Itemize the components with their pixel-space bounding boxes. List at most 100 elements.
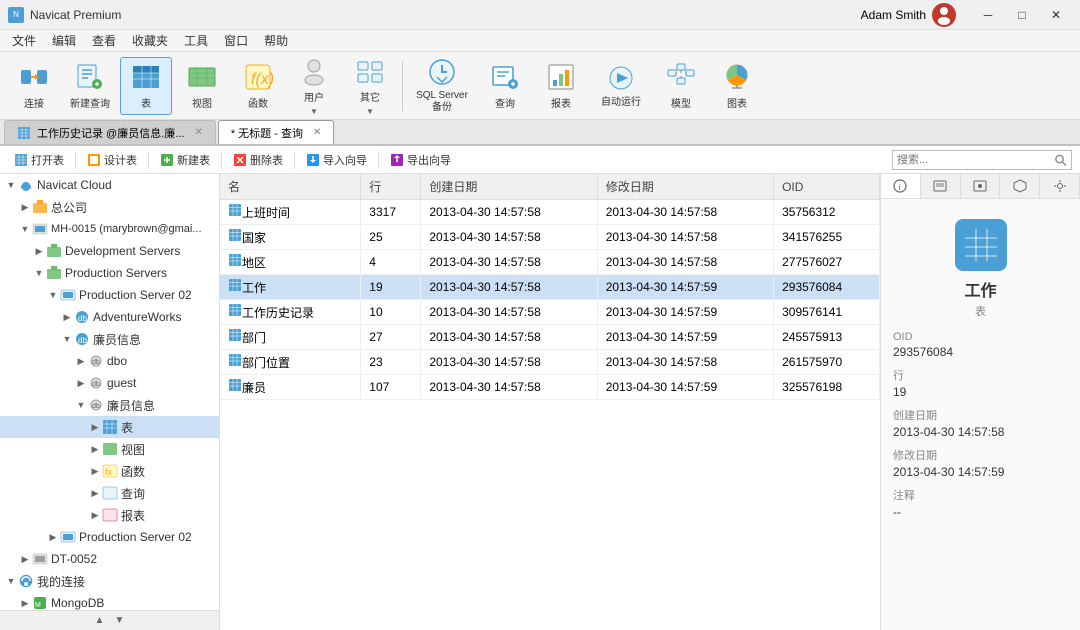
table-row[interactable]: 部门272013-04-30 14:57:582013-04-30 14:57:…	[220, 325, 880, 350]
sidebar-item-functions[interactable]: ▶ fx 函数	[0, 460, 219, 482]
new-table-button[interactable]: 新建表	[154, 150, 216, 170]
dev-servers-arrow[interactable]: ▶	[32, 244, 46, 258]
toolbar-other[interactable]: 其它 ▼	[344, 57, 396, 115]
sidebar-item-dbo[interactable]: ▶ db dbo	[0, 350, 219, 372]
minimize-button[interactable]: ─	[972, 5, 1004, 25]
col-name[interactable]: 名	[220, 174, 361, 200]
sidebar-item-company[interactable]: ▶ 总公司	[0, 196, 219, 218]
menu-window[interactable]: 窗口	[216, 30, 256, 51]
members-info-label: 廉员信息	[93, 331, 141, 348]
functions-arrow[interactable]: ▶	[88, 464, 102, 478]
toolbar-report[interactable]: 报表	[535, 57, 587, 115]
my-connections-arrow[interactable]: ▼	[4, 574, 18, 588]
prod-server-02-2-arrow[interactable]: ▶	[46, 530, 60, 544]
members-schema-arrow[interactable]: ▼	[74, 398, 88, 412]
open-table-button[interactable]: 打开表	[8, 150, 70, 170]
prod-server-02-arrow[interactable]: ▼	[46, 288, 60, 302]
navicat-cloud-arrow[interactable]: ▼	[4, 178, 18, 192]
menu-edit[interactable]: 编辑	[44, 30, 84, 51]
toolbar-chart[interactable]: 图表	[711, 57, 763, 115]
queries-arrow[interactable]: ▶	[88, 486, 102, 500]
guest-arrow[interactable]: ▶	[74, 376, 88, 390]
sidebar-item-tables[interactable]: ▶ 表	[0, 416, 219, 438]
sidebar-item-mongodb[interactable]: ▶ M MongoDB	[0, 592, 219, 610]
sidebar-item-views[interactable]: ▶ 视图	[0, 438, 219, 460]
sidebar-item-prod-servers[interactable]: ▼ Production Servers	[0, 262, 219, 284]
reports-arrow[interactable]: ▶	[88, 508, 102, 522]
toolbar-model[interactable]: 模型	[655, 57, 707, 115]
sidebar-item-adventure-works[interactable]: ▶ db AdventureWorks	[0, 306, 219, 328]
sidebar-item-my-connections[interactable]: ▼ 我的连接	[0, 570, 219, 592]
new-query-label: 新建查询	[70, 95, 110, 110]
table-row[interactable]: 工作192013-04-30 14:57:582013-04-30 14:57:…	[220, 275, 880, 300]
sidebar-item-dt0052[interactable]: ▶ DT-0052	[0, 548, 219, 570]
sidebar-item-reports[interactable]: ▶ 报表	[0, 504, 219, 526]
menu-tools[interactable]: 工具	[176, 30, 216, 51]
toolbar-connect[interactable]: 连接	[8, 57, 60, 115]
sidebar-item-navicat-cloud[interactable]: ▼ Navicat Cloud	[0, 174, 219, 196]
table-row[interactable]: 工作历史记录102013-04-30 14:57:582013-04-30 14…	[220, 300, 880, 325]
export-button[interactable]: 导出向导	[384, 150, 457, 170]
toolbar-query[interactable]: 查询	[479, 57, 531, 115]
table-row[interactable]: 地区42013-04-30 14:57:582013-04-30 14:57:5…	[220, 250, 880, 275]
sidebar-item-guest[interactable]: ▶ db guest	[0, 372, 219, 394]
tab-query-close[interactable]: ✕	[313, 127, 321, 138]
col-oid[interactable]: OID	[774, 174, 880, 200]
search-box[interactable]	[892, 150, 1072, 170]
table-row[interactable]: 部门位置232013-04-30 14:57:582013-04-30 14:5…	[220, 350, 880, 375]
toolbar-autorun[interactable]: 自动运行	[591, 57, 651, 115]
hex-tab[interactable]	[1000, 174, 1040, 198]
menu-favorites[interactable]: 收藏夹	[124, 30, 176, 51]
menu-file[interactable]: 文件	[4, 30, 44, 51]
col-created[interactable]: 创建日期	[421, 174, 597, 200]
toolbar-function[interactable]: f(x) 函数	[232, 57, 284, 115]
maximize-button[interactable]: □	[1006, 5, 1038, 25]
tab-history-close[interactable]: ✕	[194, 127, 202, 138]
toolbar-view[interactable]: 视图	[176, 57, 228, 115]
preview-tab[interactable]	[961, 174, 1001, 198]
toolbar-table[interactable]: 表	[120, 57, 172, 115]
table-row[interactable]: 上班时间33172013-04-30 14:57:582013-04-30 14…	[220, 200, 880, 225]
toolbar-user[interactable]: 用户 ▼	[288, 57, 340, 115]
sidebar-scroll-down[interactable]: ▼	[110, 614, 130, 628]
prod-servers-arrow[interactable]: ▼	[32, 266, 46, 280]
adventure-arrow[interactable]: ▶	[60, 310, 74, 324]
mongodb-arrow[interactable]: ▶	[18, 596, 32, 610]
sidebar-item-dev-servers[interactable]: ▶ Development Servers	[0, 240, 219, 262]
toolbar-new-query[interactable]: 新建查询	[64, 57, 116, 115]
dbo-arrow[interactable]: ▶	[74, 354, 88, 368]
tab-history[interactable]: 工作历史记录 @廉员信息.廉... ✕	[4, 120, 216, 144]
views-arrow[interactable]: ▶	[88, 442, 102, 456]
sidebar-scroll-up[interactable]: ▲	[90, 614, 110, 628]
close-button[interactable]: ✕	[1040, 5, 1072, 25]
import-button[interactable]: 导入向导	[300, 150, 373, 170]
sidebar-item-prod-server-02[interactable]: ▼ Production Server 02	[0, 284, 219, 306]
sidebar-item-queries[interactable]: ▶ 查询	[0, 482, 219, 504]
tab-query[interactable]: * 无标题 - 查询 ✕	[218, 120, 335, 144]
design-table-button[interactable]: 设计表	[81, 150, 143, 170]
ddl-tab[interactable]	[921, 174, 961, 198]
preview-icon	[973, 179, 987, 193]
menu-help[interactable]: 帮助	[256, 30, 296, 51]
toolbar-backup[interactable]: SQL Server 备份	[409, 57, 475, 115]
mh0015-arrow[interactable]: ▼	[18, 222, 32, 236]
delete-table-button[interactable]: 删除表	[227, 150, 289, 170]
col-rows[interactable]: 行	[361, 174, 421, 200]
sidebar-item-mh0015[interactable]: ▼ MH-0015 (marybrown@gmai...	[0, 218, 219, 240]
sidebar-item-members-info[interactable]: ▼ db 廉员信息	[0, 328, 219, 350]
sidebar-item-members-schema[interactable]: ▼ db 廉员信息	[0, 394, 219, 416]
members-info-arrow[interactable]: ▼	[60, 332, 74, 346]
info-tab[interactable]: i	[881, 174, 921, 198]
sidebar-item-prod-server-02-2[interactable]: ▶ Production Server 02	[0, 526, 219, 548]
tables-arrow[interactable]: ▶	[88, 420, 102, 434]
company-arrow[interactable]: ▶	[18, 200, 32, 214]
search-input[interactable]	[897, 154, 1054, 166]
menu-view[interactable]: 查看	[84, 30, 124, 51]
dt0052-arrow[interactable]: ▶	[18, 552, 32, 566]
titlebar-controls[interactable]: ─ □ ✕	[972, 5, 1072, 25]
col-modified[interactable]: 修改日期	[597, 174, 773, 200]
settings-tab[interactable]	[1040, 174, 1080, 198]
table-row[interactable]: 廉员1072013-04-30 14:57:582013-04-30 14:57…	[220, 375, 880, 400]
user-dropdown-arrow: ▼	[310, 107, 318, 116]
table-row[interactable]: 国家252013-04-30 14:57:582013-04-30 14:57:…	[220, 225, 880, 250]
